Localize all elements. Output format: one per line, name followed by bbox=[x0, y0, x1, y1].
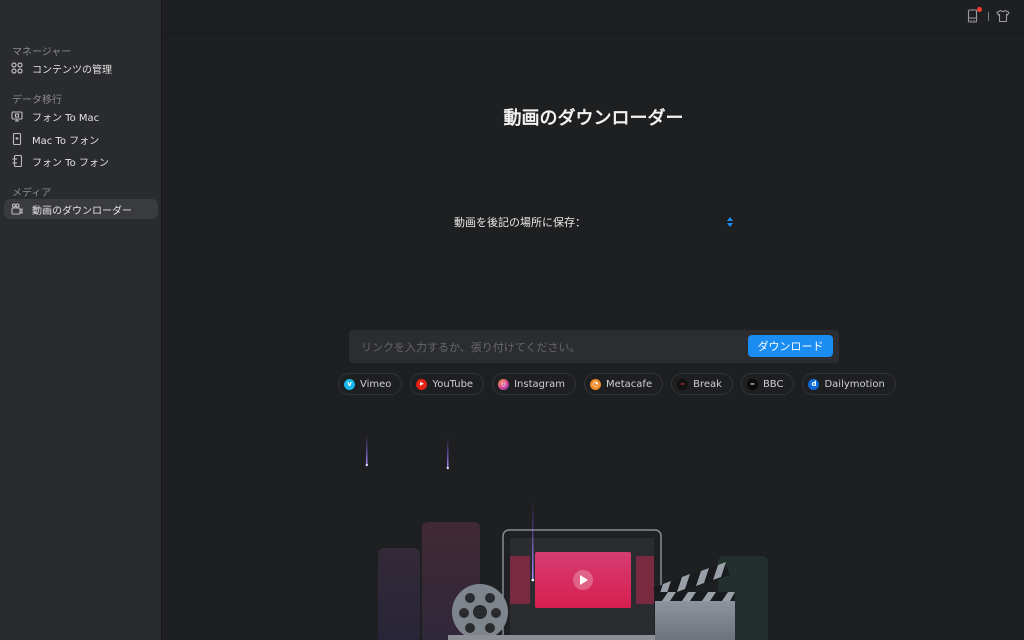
sidebar-item-video-downloader[interactable]: 動画のダウンローダー bbox=[4, 199, 158, 219]
main-panel: 動画のダウンローダー 動画を後記の場所に保存： ダウンロード v Vimeo ▶… bbox=[163, 0, 1024, 640]
section-label-media: メディア bbox=[12, 188, 52, 199]
phone-transfer-icon bbox=[10, 154, 24, 168]
site-chip-break[interactable]: ━ Break bbox=[671, 373, 733, 395]
metacafe-icon: ◔ bbox=[589, 378, 601, 390]
vimeo-icon: v bbox=[344, 378, 355, 390]
phone-icon bbox=[10, 132, 24, 146]
downloader-illustration bbox=[365, 435, 768, 640]
sidebar-item-mac-to-phone[interactable]: Mac To フォン bbox=[4, 129, 158, 149]
top-bar bbox=[163, 0, 1024, 34]
site-name: Dailymotion bbox=[824, 378, 885, 390]
sidebar-item-phone-to-mac[interactable]: フォン To Mac bbox=[4, 106, 158, 126]
save-location-row: 動画を後記の場所に保存： bbox=[454, 214, 736, 230]
light-beam bbox=[447, 438, 449, 468]
app-window: マネージャー コンテンツの管理 データ移行 フォン To Mac Mac To … bbox=[0, 0, 1024, 640]
site-chip-instagram[interactable]: ◎ Instagram bbox=[492, 373, 576, 395]
bbc-icon: ━ bbox=[746, 378, 758, 390]
site-chip-dailymotion[interactable]: d Dailymotion bbox=[802, 373, 896, 395]
site-name: YouTube bbox=[432, 378, 474, 390]
sidebar-item-label: 動画のダウンローダー bbox=[32, 205, 132, 217]
page-title: 動画のダウンローダー bbox=[503, 108, 684, 129]
save-location-label: 動画を後記の場所に保存： bbox=[454, 216, 586, 229]
light-beam bbox=[366, 435, 368, 465]
url-input[interactable] bbox=[361, 338, 741, 356]
sidebar-item-label: フォン To フォン bbox=[32, 157, 109, 169]
site-name: Instagram bbox=[514, 378, 565, 390]
site-chip-metacafe[interactable]: ◔ Metacafe bbox=[583, 373, 664, 395]
monitor-icon bbox=[10, 109, 24, 123]
sidebar-item-label: Mac To フォン bbox=[32, 135, 100, 147]
phone-graphic bbox=[378, 548, 420, 640]
divider bbox=[988, 11, 989, 21]
grid-icon bbox=[10, 61, 24, 75]
download-button[interactable]: ダウンロード bbox=[748, 335, 833, 357]
site-name: Break bbox=[693, 378, 722, 390]
site-name: Metacafe bbox=[605, 378, 653, 390]
dailymotion-icon: d bbox=[808, 378, 820, 390]
clapperboard-graphic bbox=[653, 562, 735, 640]
section-label-data-transfer: データ移行 bbox=[12, 95, 62, 106]
site-chip-vimeo[interactable]: v Vimeo bbox=[338, 373, 403, 395]
site-chip-bbc[interactable]: ━ BBC bbox=[740, 373, 795, 395]
notification-dot bbox=[977, 7, 982, 12]
device-icon[interactable] bbox=[967, 7, 982, 24]
sidebar-item-label: コンテンツの管理 bbox=[32, 64, 112, 76]
site-name: Vimeo bbox=[360, 378, 392, 390]
break-icon: ━ bbox=[677, 378, 689, 390]
tshirt-icon[interactable] bbox=[996, 8, 1010, 24]
site-name: BBC bbox=[762, 378, 784, 390]
youtube-icon: ▶ bbox=[416, 378, 428, 390]
sidebar-item-label: フォン To Mac bbox=[32, 112, 100, 124]
site-chip-youtube[interactable]: ▶ YouTube bbox=[410, 373, 485, 395]
sidebar: マネージャー コンテンツの管理 データ移行 フォン To Mac Mac To … bbox=[0, 0, 162, 640]
sidebar-item-phone-to-phone[interactable]: フォン To フォン bbox=[4, 151, 158, 171]
video-download-icon bbox=[10, 202, 24, 216]
updown-chevron-icon bbox=[727, 217, 733, 227]
supported-sites: v Vimeo ▶ YouTube ◎ Instagram ◔ Metacafe… bbox=[338, 373, 896, 395]
url-bar: ダウンロード bbox=[349, 330, 839, 363]
section-label-manager: マネージャー bbox=[12, 47, 72, 58]
sidebar-item-content-management[interactable]: コンテンツの管理 bbox=[4, 58, 158, 78]
save-path-select[interactable] bbox=[724, 215, 736, 229]
top-icons bbox=[967, 7, 1010, 24]
instagram-icon: ◎ bbox=[498, 378, 510, 390]
